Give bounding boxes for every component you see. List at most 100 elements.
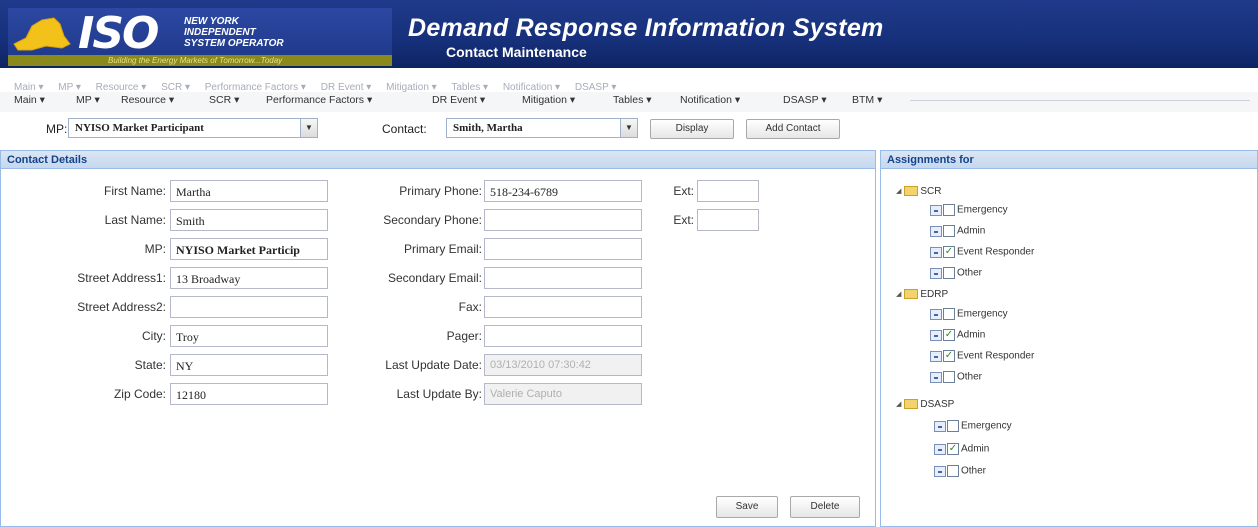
state-value: NY <box>176 359 194 373</box>
first-name-label: First Name: <box>103 184 166 198</box>
tree-leaf[interactable]: Other <box>930 267 982 281</box>
role-icon <box>930 246 942 258</box>
fax-field[interactable] <box>484 296 642 318</box>
contact-select-value: Smith, Martha <box>453 122 523 134</box>
menu-main[interactable]: Main ▾ <box>14 94 45 106</box>
zip-code-value: 12180 <box>176 388 206 402</box>
menu-tables[interactable]: Tables ▾ <box>613 94 652 106</box>
mp-select[interactable]: NYISO Market Participant ▼ <box>68 118 318 138</box>
save-button[interactable]: Save <box>716 496 778 518</box>
role-icon <box>930 225 942 237</box>
state-label: State: <box>134 358 166 372</box>
menu-dsasp[interactable]: DSASP ▾ <box>783 94 827 106</box>
role-icon <box>934 443 946 455</box>
logo-line-3: SYSTEM OPERATOR <box>184 38 284 49</box>
expand-arrow-icon[interactable]: ◢ <box>896 400 901 408</box>
street-address1-field[interactable]: 13 Broadway <box>170 267 328 289</box>
tree-group-edrp[interactable]: ◢ EDRP <box>896 289 948 300</box>
add-contact-button[interactable]: Add Contact <box>746 119 840 139</box>
display-button[interactable]: Display <box>650 119 734 139</box>
page-subtitle: Contact Maintenance <box>446 44 587 60</box>
role-icon <box>934 465 946 477</box>
delete-button[interactable]: Delete <box>790 496 860 518</box>
expand-arrow-icon[interactable]: ◢ <box>896 290 901 298</box>
last-name-value: Smith <box>176 214 205 228</box>
ext1-field[interactable] <box>697 180 759 202</box>
street-address2-label: Street Address2: <box>77 300 166 314</box>
contact-details-header: Contact Details <box>1 151 875 169</box>
checkbox[interactable] <box>943 371 955 383</box>
contact-select[interactable]: Smith, Martha ▼ <box>446 118 638 138</box>
first-name-field[interactable]: Martha <box>170 180 328 202</box>
chevron-down-icon[interactable]: ▼ <box>620 119 637 137</box>
city-field[interactable]: Troy <box>170 325 328 347</box>
primary-phone-value: 518-234-6789 <box>490 185 558 199</box>
checkbox[interactable] <box>943 308 955 320</box>
tree-leaf[interactable]: ✓ Event Responder <box>930 350 1034 364</box>
checkbox-checked[interactable]: ✓ <box>943 350 955 362</box>
street-address1-label: Street Address1: <box>77 271 166 285</box>
contact-select-label: Contact: <box>382 122 427 136</box>
state-field[interactable]: NY <box>170 354 328 376</box>
tree-leaf[interactable]: ✓ Admin <box>930 329 985 343</box>
menu-mp[interactable]: MP ▾ <box>76 94 100 106</box>
secondary-phone-field[interactable] <box>484 209 642 231</box>
tree-leaf-label: Admin <box>957 329 986 341</box>
tree-group-dsasp[interactable]: ◢ DSASP <box>896 399 954 410</box>
last-update-by-value: Valerie Caputo <box>490 388 562 400</box>
menu-resource[interactable]: Resource ▾ <box>121 94 174 106</box>
menu-performance-factors[interactable]: Performance Factors ▾ <box>266 94 372 106</box>
tree-leaf[interactable]: Emergency <box>930 204 1008 218</box>
role-icon <box>930 308 942 320</box>
menu-dr-event[interactable]: DR Event ▾ <box>432 94 485 106</box>
secondary-email-field[interactable] <box>484 267 642 289</box>
pager-field[interactable] <box>484 325 642 347</box>
app-title: Demand Response Information System <box>408 14 884 42</box>
menu-btm[interactable]: BTM ▾ <box>852 94 882 106</box>
checkbox[interactable] <box>943 225 955 237</box>
tree-leaf[interactable]: ✓ Event Responder <box>930 246 1034 260</box>
tree-leaf[interactable]: ✓ Admin <box>934 443 989 457</box>
logo-tagline: Building the Energy Markets of Tomorrow.… <box>8 55 392 66</box>
checkbox[interactable] <box>943 267 955 279</box>
checkbox[interactable] <box>943 204 955 216</box>
tree-leaf[interactable]: Emergency <box>934 420 1012 434</box>
logo-iso-text: ISO <box>78 8 159 59</box>
tree-group-scr[interactable]: ◢ SCR <box>896 186 942 197</box>
chevron-down-icon[interactable]: ▼ <box>300 119 317 137</box>
city-label: City: <box>142 329 166 343</box>
tree-leaf-label: Emergency <box>957 204 1008 216</box>
secondary-phone-label: Secondary Phone: <box>383 213 482 227</box>
last-name-field[interactable]: Smith <box>170 209 328 231</box>
ext2-field[interactable] <box>697 209 759 231</box>
role-icon <box>930 350 942 362</box>
menu-notification[interactable]: Notification ▾ <box>680 94 740 106</box>
checkbox[interactable] <box>947 420 959 432</box>
last-update-by-field: Valerie Caputo <box>484 383 642 405</box>
menu-mitigation[interactable]: Mitigation ▾ <box>522 94 575 106</box>
checkbox-checked[interactable]: ✓ <box>943 246 955 258</box>
mp-field-label: MP: <box>144 242 166 256</box>
secondary-email-label: Secondary Email: <box>387 271 482 285</box>
assignments-header: Assignments for <box>881 151 1257 169</box>
primary-email-field[interactable] <box>484 238 642 260</box>
last-update-date-field: 03/13/2010 07:30:42 <box>484 354 642 376</box>
menu-scr[interactable]: SCR ▾ <box>209 94 239 106</box>
expand-arrow-icon[interactable]: ◢ <box>896 187 901 195</box>
last-update-date-value: 03/13/2010 07:30:42 <box>490 359 591 371</box>
tree-leaf[interactable]: Emergency <box>930 308 1008 322</box>
mp-field[interactable]: NYISO Market Particip <box>170 238 328 260</box>
street-address2-field[interactable] <box>170 296 328 318</box>
tree-leaf[interactable]: Other <box>930 371 982 385</box>
new-york-state-icon <box>13 17 71 51</box>
zip-code-field[interactable]: 12180 <box>170 383 328 405</box>
checkbox[interactable] <box>947 465 959 477</box>
role-icon <box>930 329 942 341</box>
checkbox-checked[interactable]: ✓ <box>947 443 959 455</box>
role-icon <box>934 420 946 432</box>
checkbox-checked[interactable]: ✓ <box>943 329 955 341</box>
tree-leaf[interactable]: Admin <box>930 225 985 239</box>
primary-phone-field[interactable]: 518-234-6789 <box>484 180 642 202</box>
tree-leaf[interactable]: Other <box>934 465 986 479</box>
role-icon <box>930 371 942 383</box>
